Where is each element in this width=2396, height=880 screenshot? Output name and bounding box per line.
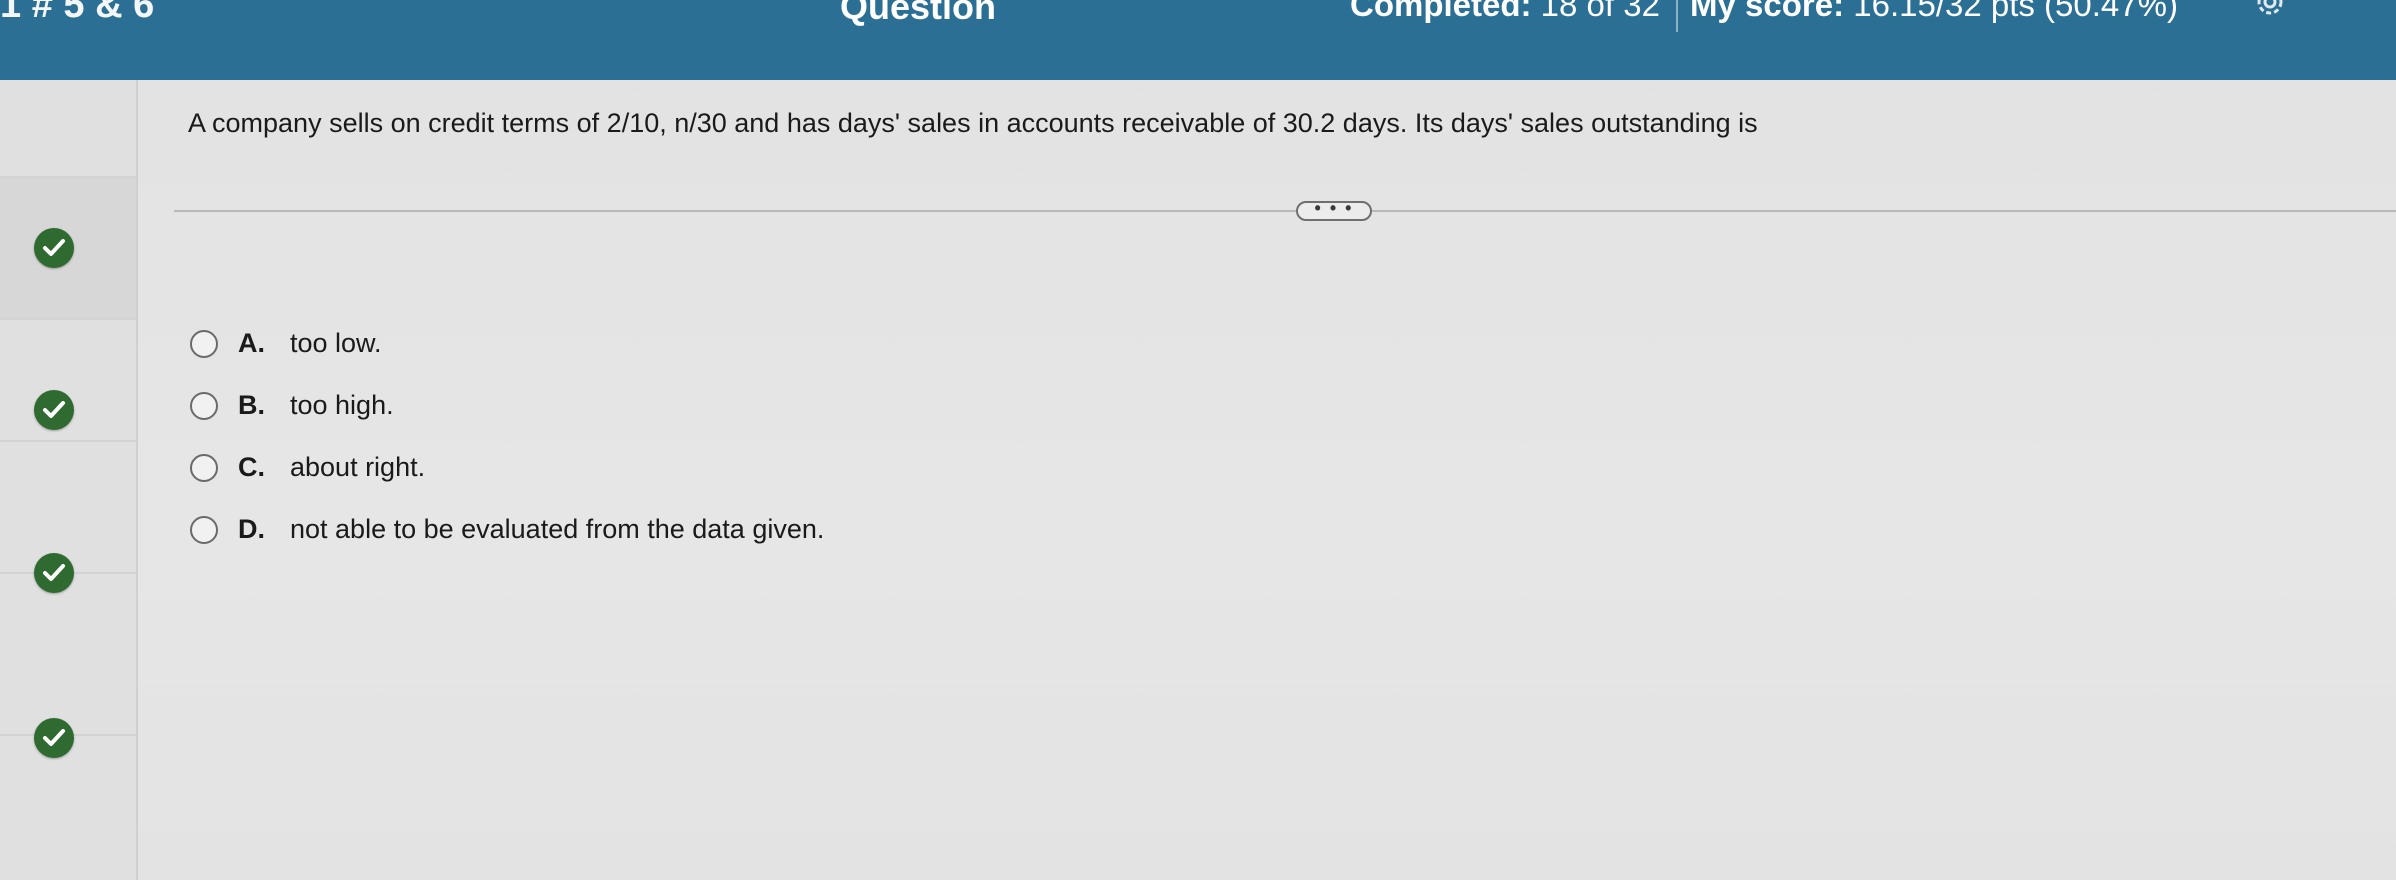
header-bar: 1 # 5 & 6 Question Completed: 18 of 32 M… [0, 0, 2396, 80]
option-letter: C. [238, 452, 265, 482]
completed-status: Completed: 18 of 32 [1350, 0, 1660, 24]
radio-button[interactable] [190, 516, 218, 544]
score-label: My score: [1690, 0, 1845, 23]
page: 1 # 5 & 6 Question Completed: 18 of 32 M… [0, 0, 2396, 880]
question-text: A company sells on credit terms of 2/10,… [188, 108, 1758, 138]
sidebar-segment [0, 80, 138, 178]
option-text: too high. [290, 390, 394, 420]
question-heading: Question [840, 0, 997, 27]
assignment-title: 1 # 5 & 6 [0, 0, 155, 26]
my-score: My score: 16.15/32 pts (50.47%) [1690, 0, 2178, 24]
question-separator [174, 210, 2396, 212]
sidebar-item[interactable] [0, 442, 138, 574]
sidebar-item[interactable] [0, 320, 138, 442]
option-letter: A. [238, 328, 265, 358]
option-text: about right. [290, 452, 426, 482]
more-options-button[interactable]: • • • [1296, 199, 1372, 221]
option-letter: D. [238, 514, 265, 544]
gear-icon[interactable] [2250, 0, 2290, 20]
radio-button[interactable] [190, 454, 218, 482]
score-value: 16.15/32 pts (50.47%) [1853, 0, 2178, 23]
radio-button[interactable] [190, 392, 218, 420]
sidebar-item[interactable] [0, 574, 138, 736]
completed-value: 18 of 32 [1540, 0, 1660, 23]
check-circle-icon [34, 390, 74, 430]
completed-label: Completed: [1350, 0, 1532, 23]
option-text: too low. [290, 328, 382, 358]
sidebar-edge [136, 80, 138, 880]
check-circle-icon [34, 718, 74, 758]
check-circle-icon [34, 553, 74, 593]
option-text: not able to be evaluated from the data g… [290, 514, 825, 544]
option-letter: B. [238, 390, 265, 420]
check-circle-icon [34, 228, 74, 268]
radio-button[interactable] [190, 330, 218, 358]
question-sidebar [0, 80, 138, 880]
header-divider [1676, 0, 1678, 32]
